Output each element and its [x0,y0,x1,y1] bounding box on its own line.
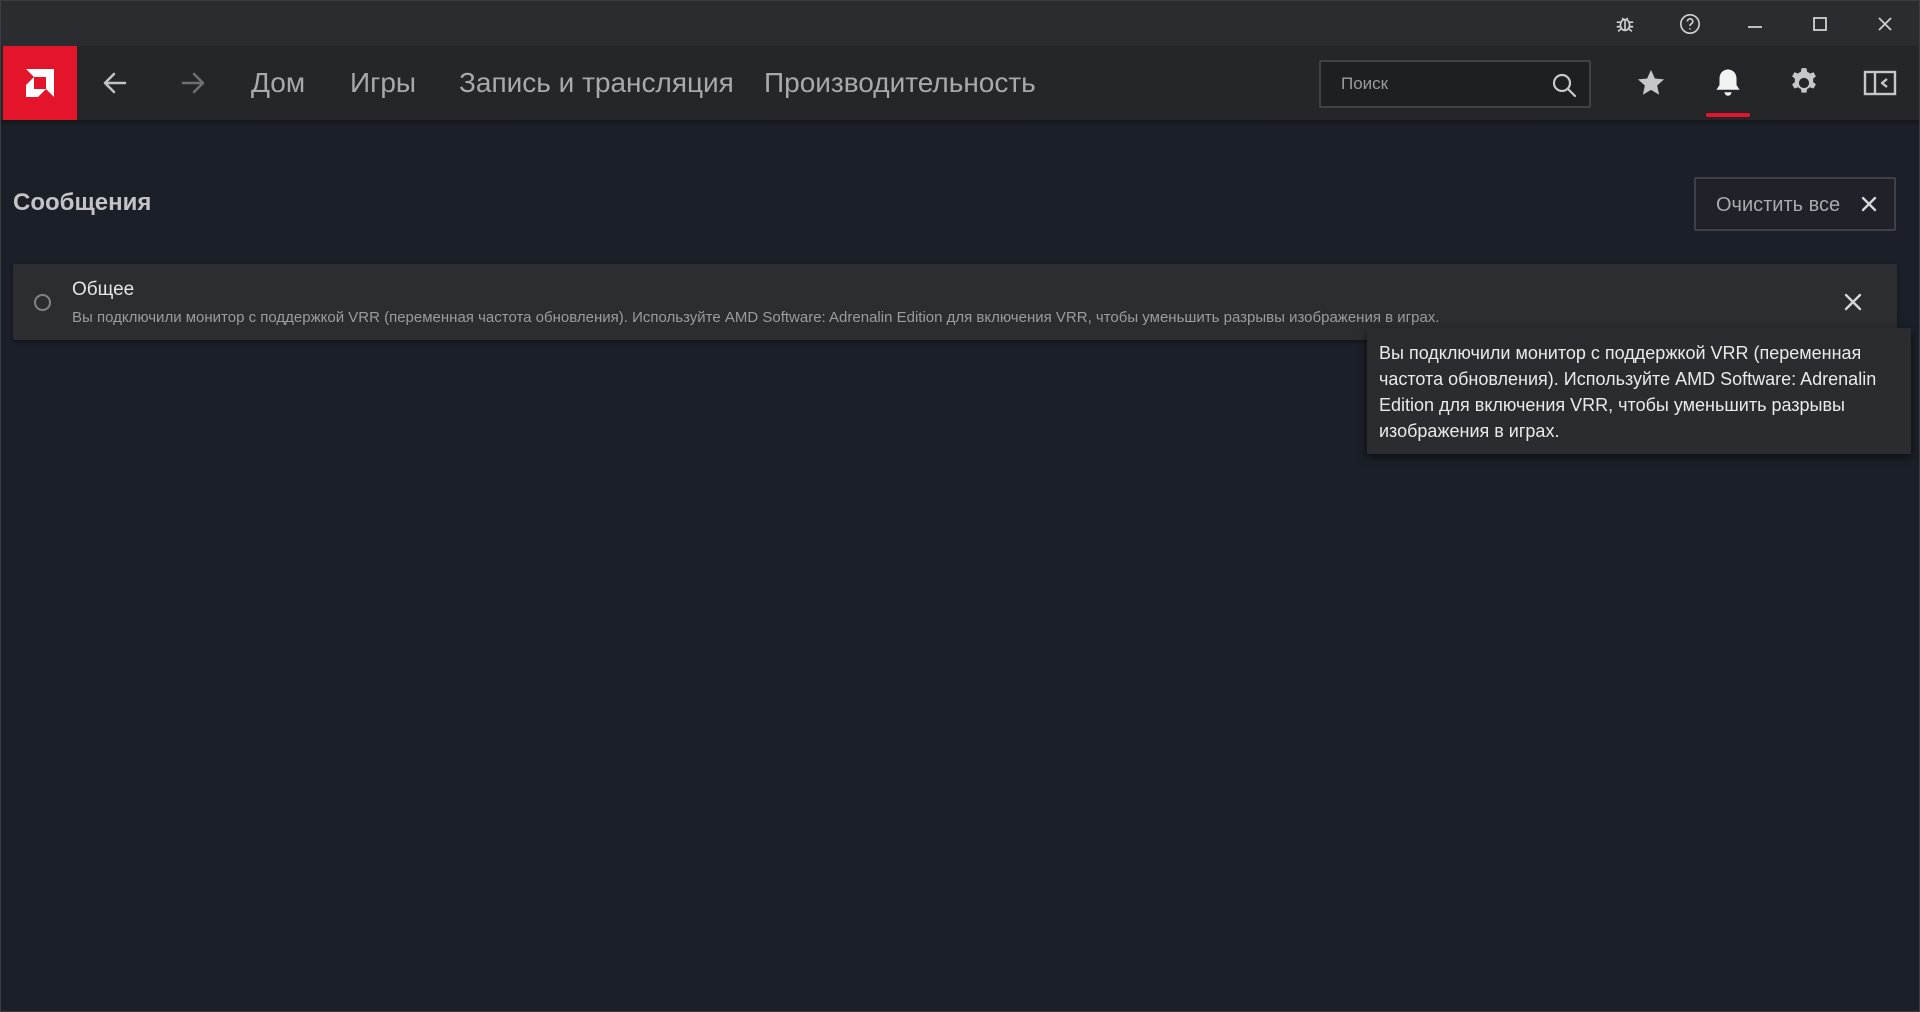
search-input[interactable] [1321,62,1541,106]
bug-icon [1616,17,1634,32]
bug-report-button[interactable] [1595,1,1655,46]
notification-read-radio[interactable] [34,294,51,311]
clear-all-button[interactable]: Очистить все [1694,177,1896,231]
app-window: Дом Игры Запись и трансляция Производите… [0,0,1920,1012]
nav-link-recording[interactable]: Запись и трансляция [459,46,734,120]
bell-icon [1716,69,1740,96]
minimize-button[interactable] [1725,1,1785,46]
nav-link-performance[interactable]: Производительность [764,46,1036,120]
favorites-button[interactable] [1621,46,1681,120]
forward-button[interactable] [163,46,223,120]
amd-logo-button[interactable] [3,46,77,120]
sidebar-toggle-button[interactable] [1850,46,1910,120]
notification-tooltip: Вы подключили монитор с поддержкой VRR (… [1367,328,1911,454]
close-button[interactable] [1855,1,1915,46]
gear-icon [1792,68,1816,93]
clear-all-label: Очистить все [1716,194,1841,216]
maximize-button[interactable] [1790,1,1850,46]
maximize-icon [1813,16,1827,31]
amd-logo-icon [26,69,54,97]
search-icon[interactable] [1551,72,1577,98]
help-button[interactable] [1660,1,1720,46]
active-tab-indicator [1706,113,1750,117]
star-icon [1637,69,1665,95]
minimize-icon [1748,25,1762,28]
dismiss-notification-icon[interactable] [1841,290,1865,314]
notification-title: Общее [72,279,135,300]
back-button[interactable] [85,46,145,120]
search-box [1319,60,1591,108]
sidebar-panel-icon [1863,70,1897,96]
close-icon [1861,196,1877,212]
title-bar [1,1,1919,46]
notifications-button[interactable] [1698,46,1758,120]
page-title: Сообщения [13,189,152,216]
nav-link-home[interactable]: Дом [251,46,305,120]
arrow-right-icon [181,72,205,94]
notification-body: Вы подключили монитор с поддержкой VRR (… [72,309,1440,326]
nav-link-games[interactable]: Игры [350,46,416,120]
close-icon [1878,16,1892,31]
help-circle-icon [1680,13,1700,34]
nav-bar-shadow [1,120,1919,126]
settings-button[interactable] [1774,46,1834,120]
arrow-left-icon [103,72,127,94]
